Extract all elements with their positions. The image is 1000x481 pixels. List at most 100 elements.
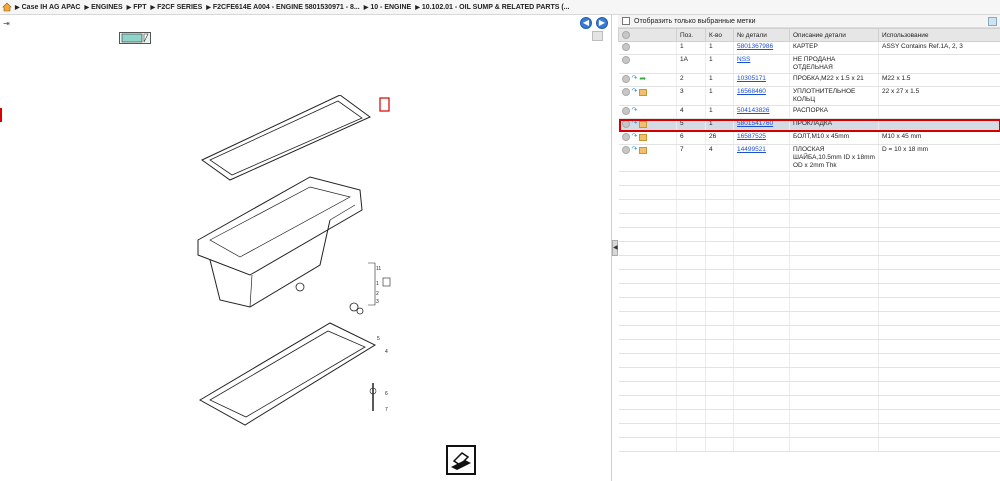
empty-cell (878, 367, 1000, 382)
thumbnail-button[interactable] (119, 32, 151, 44)
cell-part-number: 14499521 (733, 144, 790, 172)
empty-cell (733, 213, 790, 228)
row-actions (618, 54, 677, 74)
show-selected-checkbox[interactable] (622, 17, 630, 25)
cell-description: КАРТЕР (789, 41, 879, 55)
table-row[interactable]: ↷ 4 1 504143826 РАСПОРКА (618, 105, 1000, 119)
link-arrow-icon[interactable]: ↷ (632, 107, 638, 115)
empty-cell (676, 269, 706, 284)
expand-sidebar-icon[interactable]: ⇥ (3, 19, 10, 28)
cell-pos: 4 (676, 105, 706, 119)
column-header-pos[interactable]: Поз. (676, 28, 706, 42)
part-number-link[interactable]: 14499521 (737, 146, 766, 153)
part-number-link[interactable]: 10305171 (737, 75, 766, 82)
empty-cell (733, 171, 790, 186)
empty-row (618, 199, 1000, 214)
breadcrumb-item[interactable]: 10 - ENGINE (364, 4, 411, 11)
callout-label: 7 (385, 407, 388, 413)
link-arrow-icon[interactable]: ↷ (632, 88, 638, 96)
select-circle-icon[interactable] (621, 120, 630, 128)
view-options-button[interactable] (592, 31, 603, 41)
empty-row (618, 255, 1000, 270)
part-number-link[interactable]: NSS (737, 56, 750, 63)
column-header-usage[interactable]: Использование (878, 28, 1000, 42)
cell-description: ПРОКЛАДКА (789, 118, 879, 132)
breadcrumb-item[interactable]: 10.102.01 - OIL SUMP & RELATED PARTS (..… (415, 4, 570, 11)
empty-cell (789, 437, 879, 452)
column-header-part[interactable]: № детали (733, 28, 790, 42)
empty-cell (618, 171, 677, 186)
empty-cell (733, 409, 790, 424)
link-arrow-icon[interactable]: ↷ (632, 146, 638, 154)
select-circle-icon[interactable] (621, 75, 630, 83)
table-row[interactable]: ↷ 7 4 14499521 ПЛОСКАЯ ШАЙБА,10.5mm ID x 18m… (618, 144, 1000, 172)
part-number-link[interactable]: 5801541760 (737, 120, 773, 127)
empty-cell (789, 213, 879, 228)
table-row[interactable]: ↷ 3 1 16568460 УПЛОТНИТЕЛЬНОЕ КОЛЬЦ 22 x 27 x… (618, 86, 1000, 106)
empty-cell (733, 395, 790, 410)
column-header-desc[interactable]: Описание детали (789, 28, 879, 42)
empty-cell (618, 297, 677, 312)
empty-cell (733, 185, 790, 200)
breadcrumb-item[interactable]: FPT (127, 4, 146, 11)
cell-qty: 1 (705, 73, 734, 87)
home-icon[interactable] (2, 2, 12, 12)
table-row[interactable]: 1A 1 NSS НЕ ПРОДАНА ОТДЕЛЬНАЯ (618, 54, 1000, 74)
selection-marker (0, 108, 2, 122)
cell-part-number: 16587525 (733, 131, 790, 145)
empty-cell (676, 325, 706, 340)
select-circle-icon[interactable] (621, 43, 630, 51)
select-circle-icon[interactable] (621, 56, 630, 64)
select-all-icon[interactable] (622, 31, 630, 39)
empty-cell (676, 255, 706, 270)
exploded-view-icon[interactable] (446, 445, 476, 475)
select-circle-icon[interactable] (621, 146, 630, 154)
empty-cell (705, 311, 734, 326)
breadcrumb-item[interactable]: F2CFE614E A004 - ENGINE 5801530971 - 8..… (206, 4, 360, 11)
table-row[interactable]: ↷ ➦ 2 1 10305171 ПРОБКА,M22 x 1.5 x 21 M22 x 1… (618, 73, 1000, 87)
empty-cell (676, 283, 706, 298)
empty-cell (733, 423, 790, 438)
cell-part-number: NSS (733, 54, 790, 74)
empty-cell (733, 269, 790, 284)
link-arrow-icon[interactable]: ↷ (632, 133, 638, 141)
empty-cell (705, 437, 734, 452)
cell-qty: 1 (705, 41, 734, 55)
table-row[interactable]: ↷ 6 26 16587525 БОЛТ,M10 x 45mm M10 x 45 mm (618, 131, 1000, 145)
column-header-qty[interactable]: К-во (705, 28, 734, 42)
empty-cell (878, 297, 1000, 312)
replacement-arrow-icon[interactable]: ➦ (639, 75, 646, 83)
part-number-link[interactable]: 16587525 (737, 133, 766, 140)
breadcrumb-item[interactable]: Case IH AG APAC (15, 4, 81, 11)
empty-cell (705, 171, 734, 186)
empty-cell (676, 409, 706, 424)
link-arrow-icon[interactable]: ↷ (632, 120, 638, 128)
select-circle-icon[interactable] (621, 88, 630, 96)
empty-row (618, 311, 1000, 326)
part-number-link[interactable]: 504143826 (737, 107, 770, 114)
part-number-link[interactable]: 16568460 (737, 88, 766, 95)
export-icon[interactable] (988, 16, 997, 26)
empty-cell (878, 227, 1000, 242)
empty-row (618, 409, 1000, 424)
package-icon[interactable] (639, 146, 648, 154)
breadcrumb-item[interactable]: F2CF SERIES (151, 4, 202, 11)
package-icon[interactable] (639, 88, 648, 96)
select-circle-icon[interactable] (621, 107, 630, 115)
package-icon[interactable] (639, 120, 648, 128)
filter-label: Отобразить только выбранные метки (634, 17, 756, 25)
table-row[interactable]: 1 1 5801367986 КАРТЕР ASSY Contains Ref.1A, … (618, 41, 1000, 55)
link-arrow-icon[interactable]: ↷ (632, 75, 638, 83)
callout-selected[interactable] (379, 97, 390, 112)
part-number-link[interactable]: 5801367986 (737, 43, 773, 50)
back-icon[interactable]: ◀ (580, 17, 592, 29)
empty-cell (618, 213, 677, 228)
empty-cell (618, 283, 677, 298)
cell-description: ПРОБКА,M22 x 1.5 x 21 (789, 73, 879, 87)
breadcrumb-item[interactable]: ENGINES (85, 4, 123, 11)
forward-icon[interactable]: ▶ (596, 17, 608, 29)
select-circle-icon[interactable] (621, 133, 630, 141)
package-icon[interactable] (639, 133, 648, 141)
empty-cell (733, 381, 790, 396)
table-row[interactable]: ↷ 5 1 5801541760 ПРОКЛАДКА (618, 118, 1000, 132)
